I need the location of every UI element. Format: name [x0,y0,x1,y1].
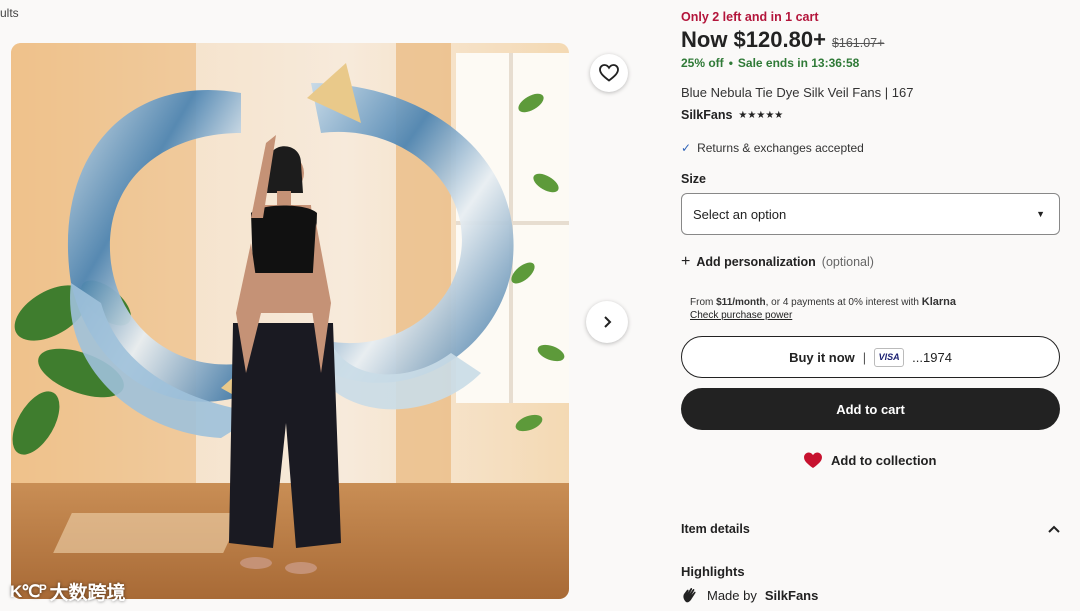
heart-filled-icon [804,452,822,469]
personalization-optional: (optional) [821,255,874,269]
watermark-text: 大数跨境 [49,583,126,604]
size-select-value: Select an option [693,206,787,222]
original-price: $161.07+ [831,36,885,50]
hand-wave-icon [683,588,696,603]
buy-now-separator: | [862,349,867,365]
discount-badge: 25% off [681,56,724,70]
check-purchase-power-link[interactable]: Check purchase power [690,310,792,321]
plus-icon: + [681,253,691,270]
shop-row: SilkFans ★★★★★ [681,108,783,122]
watermark-logo: K℃ᴾ [10,581,46,601]
sale-dot: • [728,56,733,70]
klarna-logo: Klarna [921,296,957,308]
item-details-toggle[interactable]: Item details [681,522,1060,536]
breadcrumb[interactable]: ults [0,6,19,20]
klarna-offer: From $11/month, or 4 payments at 0% inte… [690,296,956,308]
current-price: Now $120.80+ [681,27,826,52]
returns-text: Returns & exchanges accepted [697,141,864,155]
watermark: K℃ᴾ 大数跨境 [10,578,126,605]
sale-info: 25% off • Sale ends in 13:36:58 [681,56,859,70]
highlights-heading: Highlights [681,564,745,579]
chevron-right-icon [604,316,612,328]
add-to-collection-label: Add to collection [831,453,937,468]
rating-stars[interactable]: ★★★★★ [738,110,783,121]
klarna-text: , or 4 payments at 0% interest with [765,297,919,308]
visa-card-icon: VISA [874,347,905,367]
size-select[interactable]: Select an option ▼ [681,193,1060,235]
made-by-shop[interactable]: SilkFans [765,588,818,603]
made-by-row: Made by SilkFans [681,586,818,604]
caret-down-icon: ▼ [1036,209,1045,219]
buy-now-label: Buy it now [789,349,855,365]
stock-notice: Only 2 left and in 1 cart [681,10,819,24]
shop-name-link[interactable]: SilkFans [681,108,732,122]
sale-countdown: Sale ends in 13:36:58 [737,56,860,70]
personalization-label: Add personalization [696,255,816,269]
buy-it-now-button[interactable]: Buy it now | VISA ...1974 [681,336,1060,378]
product-page: ults K℃ᴾ 大数跨境 Only 2 left and in 1 cart … [0,0,1080,611]
klarna-from: From [690,297,714,308]
listing-photo[interactable] [11,43,569,599]
size-label: Size [681,172,707,186]
price-row: Now $120.80+ $161.07+ [681,27,884,53]
add-to-collection-button[interactable]: Add to collection [803,452,936,469]
item-details-heading: Item details [681,522,750,536]
heart-outline-icon [599,64,619,82]
card-last4: ...1974 [912,349,952,365]
add-personalization-button[interactable]: + Add personalization (optional) [681,254,874,270]
returns-policy: ✓ Returns & exchanges accepted [681,141,864,155]
add-to-cart-button[interactable]: Add to cart [681,388,1060,430]
klarna-amount: $11/month [716,297,766,308]
next-image-button[interactable] [586,301,628,343]
chevron-up-icon [1048,525,1060,533]
check-icon: ✓ [681,141,692,155]
made-by-prefix: Made by [707,587,757,603]
product-title: Blue Nebula Tie Dye Silk Veil Fans | 167 [681,85,914,100]
favorite-button[interactable] [590,54,628,92]
